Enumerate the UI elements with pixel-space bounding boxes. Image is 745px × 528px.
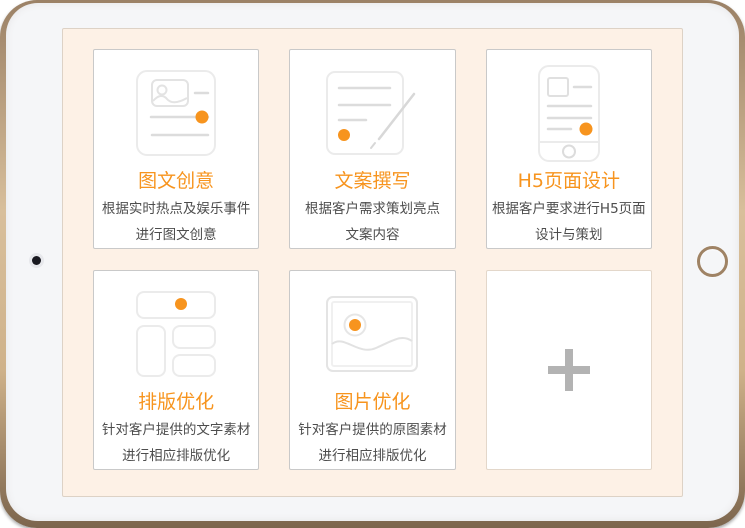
card-title: 图文创意 xyxy=(138,169,214,193)
service-card-image-text[interactable]: 图文创意 根据实时热点及娱乐事件 进行图文创意 xyxy=(93,49,259,249)
card-title: 排版优化 xyxy=(138,390,214,414)
icon-area xyxy=(487,62,651,164)
service-card-image-optimize[interactable]: 图片优化 针对客户提供的原图素材 进行相应排版优化 xyxy=(289,270,455,470)
card-description: 根据实时热点及娱乐事件 进行图文创意 xyxy=(102,196,251,248)
h5-page-icon xyxy=(538,65,600,162)
layout-icon xyxy=(136,291,216,377)
icon-area xyxy=(290,283,454,385)
card-title: 文案撰写 xyxy=(334,169,410,193)
card-description: 根据客户需求策划亮点 文案内容 xyxy=(305,196,440,248)
screen: 图文创意 根据实时热点及娱乐事件 进行图文创意 xyxy=(62,28,683,497)
card-description: 根据客户要求进行H5页面 设计与策划 xyxy=(492,196,646,248)
home-button[interactable] xyxy=(697,246,728,277)
tablet-frame: 图文创意 根据实时热点及娱乐事件 进行图文创意 xyxy=(0,0,745,528)
page: 图文创意 根据实时热点及娱乐事件 进行图文创意 xyxy=(0,0,745,528)
copywriting-icon xyxy=(326,71,418,155)
service-card-copywriting[interactable]: 文案撰写 根据客户需求策划亮点 文案内容 xyxy=(289,49,455,249)
image-text-icon xyxy=(136,70,216,156)
image-optimize-icon xyxy=(326,296,418,372)
icon-area xyxy=(290,62,454,164)
card-description: 针对客户提供的文字素材 进行相应排版优化 xyxy=(102,417,251,469)
services-grid: 图文创意 根据实时热点及娱乐事件 进行图文创意 xyxy=(63,29,682,496)
tablet-bezel: 图文创意 根据实时热点及娱乐事件 进行图文创意 xyxy=(6,3,739,521)
camera-dot xyxy=(32,256,41,265)
icon-area xyxy=(94,283,258,385)
add-service-card[interactable] xyxy=(486,270,652,470)
service-card-h5-design[interactable]: H5页面设计 根据客户要求进行H5页面 设计与策划 xyxy=(486,49,652,249)
service-card-layout-optimize[interactable]: 排版优化 针对客户提供的文字素材 进行相应排版优化 xyxy=(93,270,259,470)
plus-icon xyxy=(548,349,590,391)
icon-area xyxy=(94,62,258,164)
card-title: 图片优化 xyxy=(334,390,410,414)
card-description: 针对客户提供的原图素材 进行相应排版优化 xyxy=(298,417,447,469)
card-title: H5页面设计 xyxy=(518,169,620,193)
